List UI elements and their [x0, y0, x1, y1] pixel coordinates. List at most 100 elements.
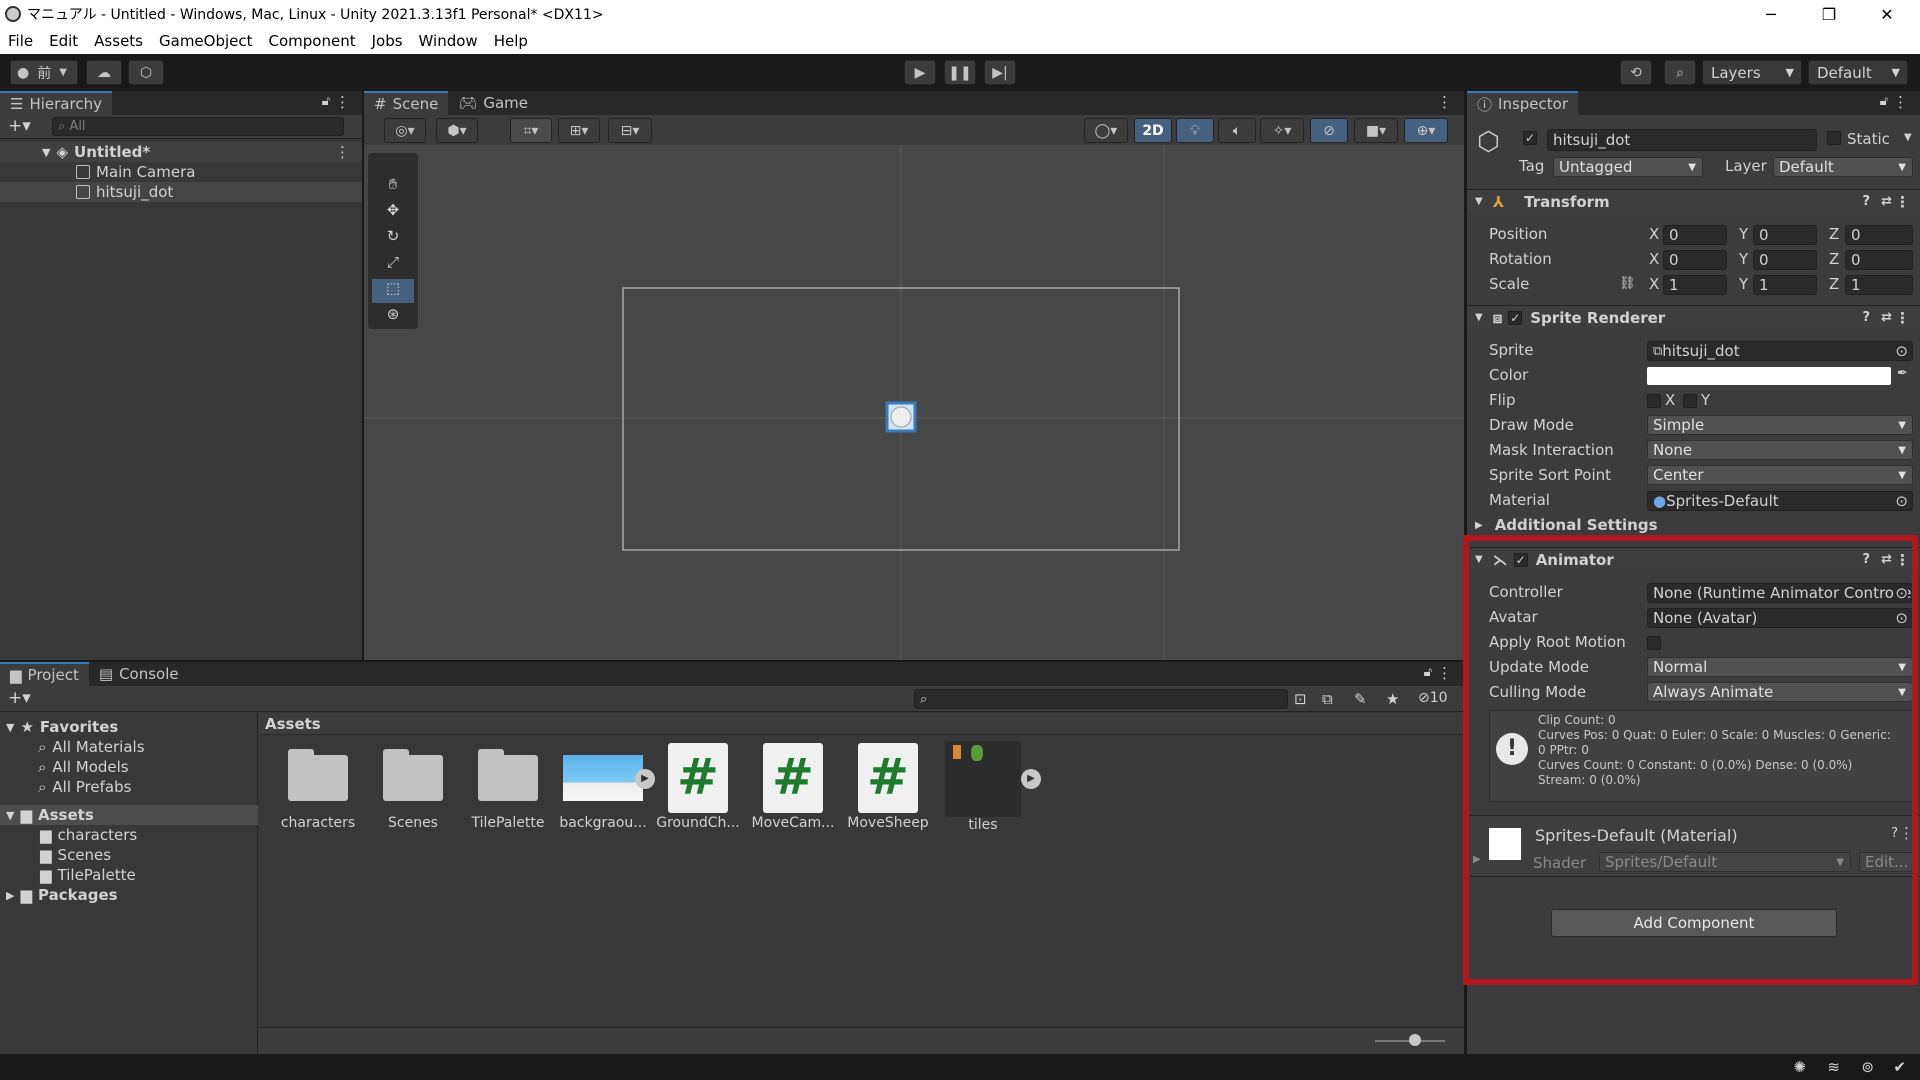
flip-y-checkbox[interactable]	[1683, 394, 1697, 408]
flip-x-checkbox[interactable]	[1647, 394, 1661, 408]
draw-mode-dropdown[interactable]: Simple ▼	[1647, 415, 1913, 435]
hierarchy-item[interactable]: Main Camera	[0, 162, 362, 182]
lighting-toggle[interactable]: 💡︎	[1176, 118, 1214, 143]
scene-viewport[interactable]: ✋︎ ✥ ↻ ⤢ ⬚ ⊛	[364, 145, 1464, 660]
material-field[interactable]: ● Sprites-Default ⊙	[1647, 491, 1913, 511]
add-icon[interactable]: +▾	[8, 116, 31, 136]
zoom-slider-handle[interactable]	[1409, 1034, 1421, 1046]
add-icon[interactable]: +▾	[8, 688, 31, 708]
eyedropper-icon[interactable]: ✒	[1897, 366, 1908, 381]
increment-button[interactable]: ⊟▾	[608, 118, 652, 143]
expand-icon[interactable]: ▶	[1021, 769, 1041, 789]
tab-hierarchy[interactable]: ☰ Hierarchy	[0, 91, 112, 115]
grid-button[interactable]: ⊞▾	[558, 118, 600, 143]
tab-inspector[interactable]: ⓘ Inspector	[1467, 91, 1578, 115]
more-icon[interactable]: ⋮	[1437, 93, 1452, 111]
active-checkbox[interactable]: ✓	[1523, 131, 1537, 145]
more-icon[interactable]: ⋮	[1893, 93, 1908, 111]
tab-project[interactable]: ▆ Project	[0, 662, 89, 686]
more-icon[interactable]: ⋮	[1437, 664, 1452, 682]
pause-button[interactable]: ❚❚	[944, 60, 976, 85]
hidden-objects-toggle[interactable]: ⊘	[1310, 118, 1348, 143]
account-button[interactable]: ● 前 ▼	[10, 60, 78, 85]
search-type-icon[interactable]: ⊡	[1294, 690, 1307, 708]
object-name-field[interactable]: hitsuji_dot	[1547, 129, 1817, 151]
breadcrumb[interactable]: Assets	[259, 713, 1464, 735]
more-icon[interactable]: ⋮	[1895, 193, 1910, 211]
menu-component[interactable]: Component	[261, 32, 364, 50]
cloud-button[interactable]: ☁	[86, 60, 122, 85]
restore-button[interactable]: ❐	[1800, 0, 1858, 28]
asset-sprite[interactable]: backgraou... ▶	[557, 755, 655, 831]
menu-edit[interactable]: Edit	[41, 32, 86, 50]
move-tool-icon[interactable]: ✥	[372, 201, 414, 225]
enabled-checkbox[interactable]: ✓	[1508, 310, 1523, 325]
preset-icon[interactable]: ⇄	[1881, 310, 1892, 325]
preset-icon[interactable]: ⇄	[1881, 194, 1892, 209]
sort-point-dropdown[interactable]: Center ▼	[1647, 465, 1913, 485]
lock-icon[interactable]: 🔓︎	[1880, 94, 1888, 109]
list-item[interactable]: ▆ TilePalette	[0, 865, 258, 885]
static-checkbox[interactable]	[1827, 131, 1841, 145]
sprite-field[interactable]: ⧉ hitsuji_dot ⊙	[1647, 341, 1913, 361]
bug-icon[interactable]: ✺	[1793, 1058, 1806, 1076]
help-icon[interactable]: ?	[1862, 310, 1870, 325]
menu-file[interactable]: File	[0, 32, 41, 50]
scene-visibility-button[interactable]: ◯▾	[1084, 118, 1128, 143]
mask-interaction-dropdown[interactable]: None ▼	[1647, 440, 1913, 460]
rotate-tool-icon[interactable]: ↻	[372, 227, 414, 251]
list-item[interactable]: ▆ Scenes	[0, 845, 258, 865]
assets-root-row[interactable]: ▼ ▆ Assets	[0, 805, 258, 825]
menu-help[interactable]: Help	[486, 32, 536, 50]
menu-jobs[interactable]: Jobs	[364, 32, 411, 50]
menu-gameobject[interactable]: GameObject	[151, 32, 261, 50]
menu-window[interactable]: Window	[411, 32, 486, 50]
render-mode-button[interactable]: ⬢▾	[436, 118, 478, 143]
cache-icon[interactable]: ⊚	[1861, 1058, 1874, 1076]
position-x-field[interactable]: 0	[1663, 225, 1727, 245]
link-icon[interactable]: ⛓	[1619, 276, 1636, 291]
draw-mode-button[interactable]: ◎▾	[384, 118, 426, 143]
transform-tool-icon[interactable]: ⊛	[372, 305, 414, 329]
rotation-y-field[interactable]: 0	[1753, 250, 1817, 270]
scene-row[interactable]: ▼ ◈ Untitled* ⋮	[0, 142, 362, 162]
asset-script[interactable]: # MoveCam...	[747, 743, 839, 831]
lock-icon[interactable]: 🔓︎	[1424, 665, 1432, 680]
minimize-button[interactable]: ─	[1742, 0, 1800, 28]
star-icon[interactable]: ★	[1386, 690, 1399, 708]
hierarchy-item[interactable]: hitsuji_dot	[0, 182, 362, 202]
collab-button[interactable]: ⬡	[128, 60, 164, 85]
project-search-input[interactable]: ⌕	[914, 689, 1288, 709]
asset-script[interactable]: # GroundCh...	[652, 743, 744, 831]
menu-assets[interactable]: Assets	[86, 32, 151, 50]
sprite-renderer-header[interactable]: ▼ ⧈ ✓ Sprite Renderer ? ⇄ ⋮	[1467, 305, 1920, 329]
layers-dropdown[interactable]: Layers ▼	[1702, 60, 1802, 85]
object-picker-icon[interactable]: ⊙	[1895, 342, 1908, 360]
hidden-packages-toggle[interactable]: ⊘10	[1418, 690, 1448, 706]
filter-type-icon[interactable]: ⧉	[1322, 690, 1333, 708]
tab-console[interactable]: ▤ Console	[89, 662, 189, 686]
list-item[interactable]: ⌕ All Prefabs	[0, 777, 258, 797]
object-picker-icon[interactable]: ⊙	[1895, 492, 1908, 510]
stack-icon[interactable]: ≋	[1827, 1058, 1840, 1076]
tag-dropdown[interactable]: Untagged ▼	[1553, 157, 1703, 177]
snap-button[interactable]: ⌗▾	[510, 118, 552, 143]
scale-y-field[interactable]: 1	[1753, 275, 1817, 295]
scale-x-field[interactable]: 1	[1663, 275, 1727, 295]
help-icon[interactable]: ?	[1862, 194, 1870, 209]
favorites-row[interactable]: ▼ ★ Favorites	[0, 717, 258, 737]
list-item[interactable]: ⌕ All Models	[0, 757, 258, 777]
list-item[interactable]: ⌕ All Materials	[0, 737, 258, 757]
tab-scene[interactable]: # Scene	[364, 91, 449, 115]
search-button[interactable]: ⌕	[1664, 60, 1696, 85]
check-icon[interactable]: ✔	[1893, 1058, 1906, 1076]
camera-button[interactable]: ■▾	[1354, 118, 1398, 143]
close-button[interactable]: ✕	[1858, 0, 1916, 28]
gizmos-button[interactable]: ⊕▾	[1404, 118, 1448, 143]
more-icon[interactable]: ⋮	[335, 143, 350, 161]
asset-tilemap[interactable]: tiles ▶	[937, 741, 1041, 833]
layout-dropdown[interactable]: Default ▼	[1808, 60, 1908, 85]
more-icon[interactable]: ⋮	[1895, 309, 1910, 327]
scale-tool-icon[interactable]: ⤢	[372, 253, 414, 277]
layer-dropdown[interactable]: Default ▼	[1773, 157, 1913, 177]
